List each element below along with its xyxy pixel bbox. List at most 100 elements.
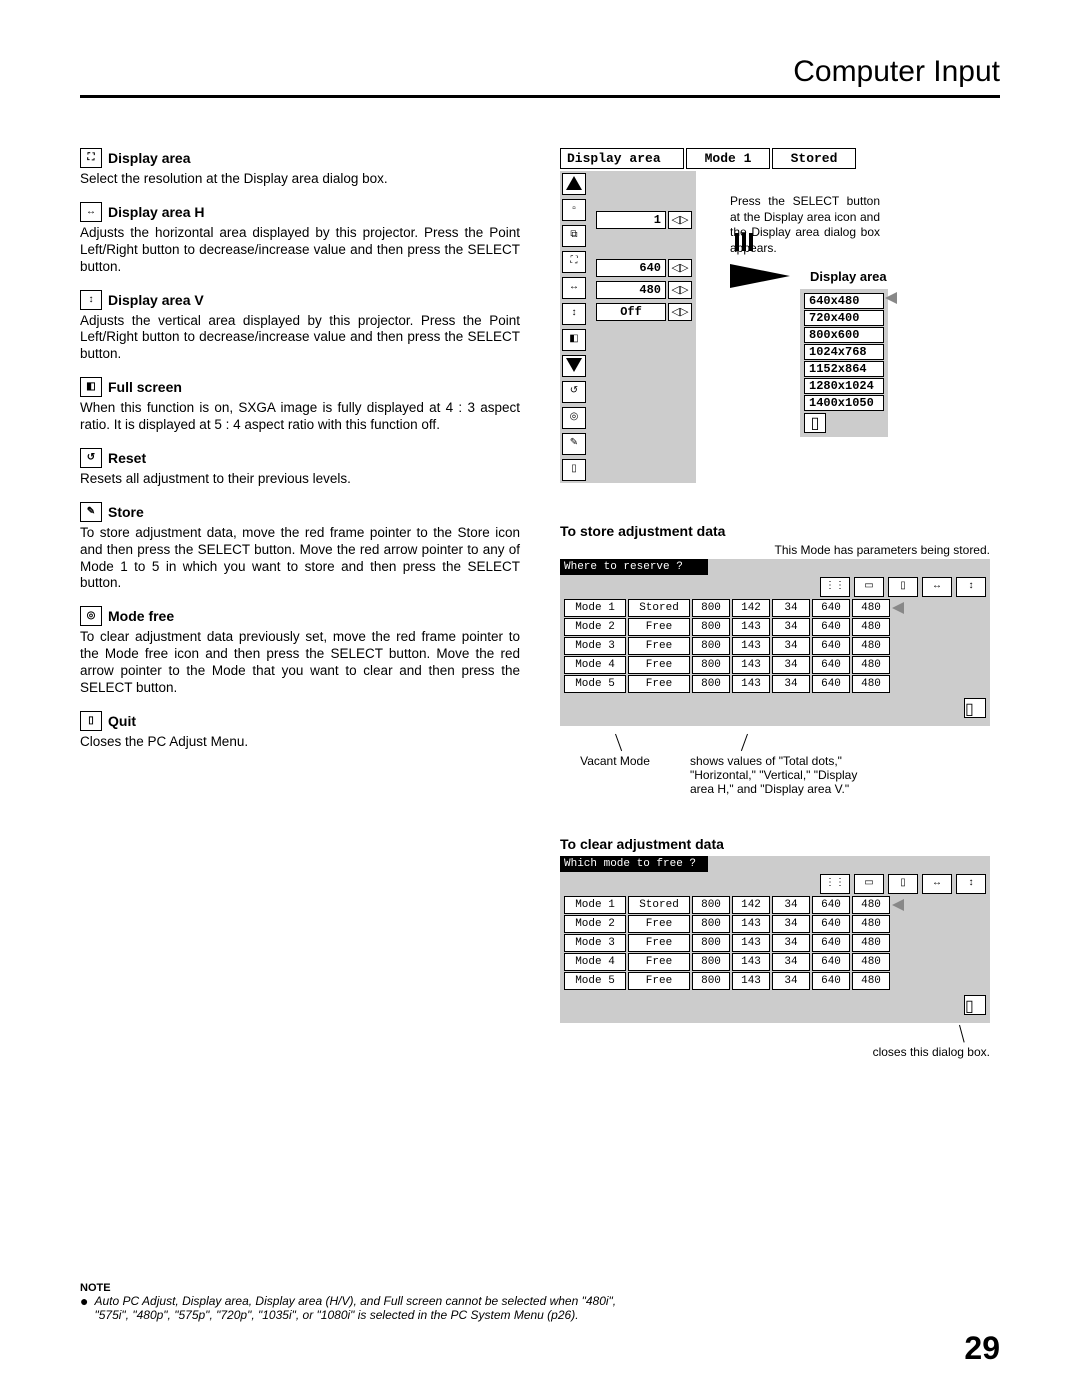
- values-label: shows values of "Total dots," "Horizonta…: [690, 734, 880, 796]
- reset-btn[interactable]: ↺: [562, 381, 586, 403]
- table-row[interactable]: Mode 5Free80014334640480: [560, 972, 990, 990]
- section-quit: ▯ Quit Closes the PC Adjust Menu.: [80, 711, 520, 751]
- value-cell: 143: [732, 972, 770, 990]
- osd-value-h: 640: [596, 259, 666, 277]
- mode-cell: Mode 3: [564, 637, 626, 655]
- value-cell: 143: [732, 934, 770, 952]
- table-row[interactable]: Mode 2Free80014334640480: [560, 915, 990, 933]
- value-cell: 640: [812, 675, 850, 693]
- full-screen-btn[interactable]: ◧: [562, 329, 586, 351]
- page-number: 29: [964, 1330, 1000, 1367]
- mode-cell: Mode 1: [564, 896, 626, 914]
- value-cell: 640: [812, 934, 850, 952]
- status-cell: Free: [628, 656, 690, 674]
- pointer-arrow-icon: [885, 292, 897, 304]
- table-row[interactable]: Mode 5Free80014334640480: [560, 675, 990, 693]
- value-cell: 800: [692, 934, 730, 952]
- left-right-btn[interactable]: ◁▷: [668, 281, 692, 299]
- left-right-btn[interactable]: ◁▷: [668, 211, 692, 229]
- table-row[interactable]: Mode 2Free80014334640480: [560, 618, 990, 636]
- display-area-v-btn[interactable]: ↕: [562, 303, 586, 325]
- display-area-label: Display area: [810, 269, 887, 284]
- resolution-item[interactable]: 1152x864: [804, 361, 884, 377]
- store-icon: ✎: [80, 502, 102, 522]
- section-reset: ↺ Reset Resets all adjustment to their p…: [80, 448, 520, 488]
- store-body: To store adjustment data, move the red f…: [80, 525, 520, 593]
- section-display-area-v: ↕ Display area V Adjusts the vertical ar…: [80, 290, 520, 364]
- table-quit-btn[interactable]: ▯: [964, 698, 986, 718]
- store-table: Where to reserve ? ⋮⋮ ▭ ▯ ↔ ↕ Mode 1Stor…: [560, 559, 990, 726]
- value-cell: 480: [852, 972, 890, 990]
- value-cell: 640: [812, 656, 850, 674]
- value-cell: 480: [852, 934, 890, 952]
- resolution-item[interactable]: 1400x1050: [804, 395, 884, 411]
- table-row[interactable]: Mode 4Free80014334640480: [560, 953, 990, 971]
- table-row[interactable]: Mode 3Free80014334640480: [560, 934, 990, 952]
- table-header-icon: ↕: [956, 874, 986, 894]
- display-area-h-body: Adjusts the horizontal area displayed by…: [80, 225, 520, 276]
- value-cell: 800: [692, 656, 730, 674]
- resolution-item[interactable]: 720x400: [804, 310, 884, 326]
- table-quit-btn[interactable]: ▯: [964, 995, 986, 1015]
- quit-btn[interactable]: ▯: [562, 459, 586, 481]
- value-cell: 640: [812, 618, 850, 636]
- display-area-v-title: Display area V: [108, 292, 204, 308]
- section-display-area-h: ↔ Display area H Adjusts the horizontal …: [80, 202, 520, 276]
- value-cell: 34: [772, 675, 810, 693]
- table-header-icon: ▯: [888, 874, 918, 894]
- sidebar-icon-1[interactable]: ▫: [562, 199, 586, 221]
- value-cell: 480: [852, 656, 890, 674]
- mode-free-btn[interactable]: ◎: [562, 407, 586, 429]
- resolution-quit-btn[interactable]: ▯: [804, 413, 826, 433]
- table-row[interactable]: Mode 1Stored80014234640480: [560, 896, 990, 914]
- value-cell: 480: [852, 599, 890, 617]
- value-cell: 640: [812, 896, 850, 914]
- mode-free-title: Mode free: [108, 608, 174, 624]
- mode-cell: Mode 2: [564, 618, 626, 636]
- value-cell: 143: [732, 618, 770, 636]
- table-row[interactable]: Mode 3Free80014334640480: [560, 637, 990, 655]
- status-cell: Free: [628, 637, 690, 655]
- value-cell: 480: [852, 915, 890, 933]
- value-cell: 34: [772, 637, 810, 655]
- sidebar-icon-2[interactable]: ⧉: [562, 225, 586, 247]
- display-area-h-btn[interactable]: ↔: [562, 277, 586, 299]
- value-cell: 143: [732, 656, 770, 674]
- status-cell: Free: [628, 675, 690, 693]
- value-cell: 480: [852, 637, 890, 655]
- status-cell: Free: [628, 953, 690, 971]
- table-row[interactable]: Mode 4Free80014334640480: [560, 656, 990, 674]
- store-btn[interactable]: ✎: [562, 433, 586, 455]
- mode-free-body: To clear adjustment data previously set,…: [80, 629, 520, 697]
- status-cell: Stored: [628, 599, 690, 617]
- reset-body: Resets all adjustment to their previous …: [80, 471, 520, 488]
- display-area-btn[interactable]: ⛶: [562, 251, 586, 273]
- mode-cell: Mode 5: [564, 675, 626, 693]
- section-store: ✎ Store To store adjustment data, move t…: [80, 502, 520, 593]
- osd-callout: Press the SELECT button at the Display a…: [730, 194, 880, 256]
- clear-table-title: Which mode to free ?: [560, 856, 708, 872]
- mode-cell: Mode 1: [564, 599, 626, 617]
- value-cell: 143: [732, 953, 770, 971]
- value-cell: 34: [772, 934, 810, 952]
- resolution-item[interactable]: 800x600: [804, 327, 884, 343]
- store-desc: This Mode has parameters being stored.: [560, 543, 990, 557]
- osd-header-mode: Mode 1: [686, 148, 770, 169]
- value-cell: 480: [852, 896, 890, 914]
- resolution-item[interactable]: 1280x1024: [804, 378, 884, 394]
- status-cell: Free: [628, 618, 690, 636]
- mode-cell: Mode 2: [564, 915, 626, 933]
- left-right-btn[interactable]: ◁▷: [668, 303, 692, 321]
- value-cell: 800: [692, 896, 730, 914]
- resolution-item[interactable]: 1024x768: [804, 344, 884, 360]
- osd-mock: Display area Mode 1 Stored ▫ ⧉ ⛶ ↔ ↕ ◧ ↺: [560, 148, 990, 483]
- left-right-btn[interactable]: ◁▷: [668, 259, 692, 277]
- resolution-item[interactable]: 640x480: [804, 293, 884, 309]
- section-full-screen: ◧ Full screen When this function is on, …: [80, 377, 520, 434]
- store-table-title: Where to reserve ?: [560, 559, 708, 575]
- store-heading: To store adjustment data: [560, 523, 990, 539]
- arrow-down-icon[interactable]: [562, 355, 586, 377]
- table-row[interactable]: Mode 1Stored80014234640480: [560, 599, 990, 617]
- pointer-arrow-icon: [892, 602, 904, 614]
- arrow-up-icon[interactable]: [562, 173, 586, 195]
